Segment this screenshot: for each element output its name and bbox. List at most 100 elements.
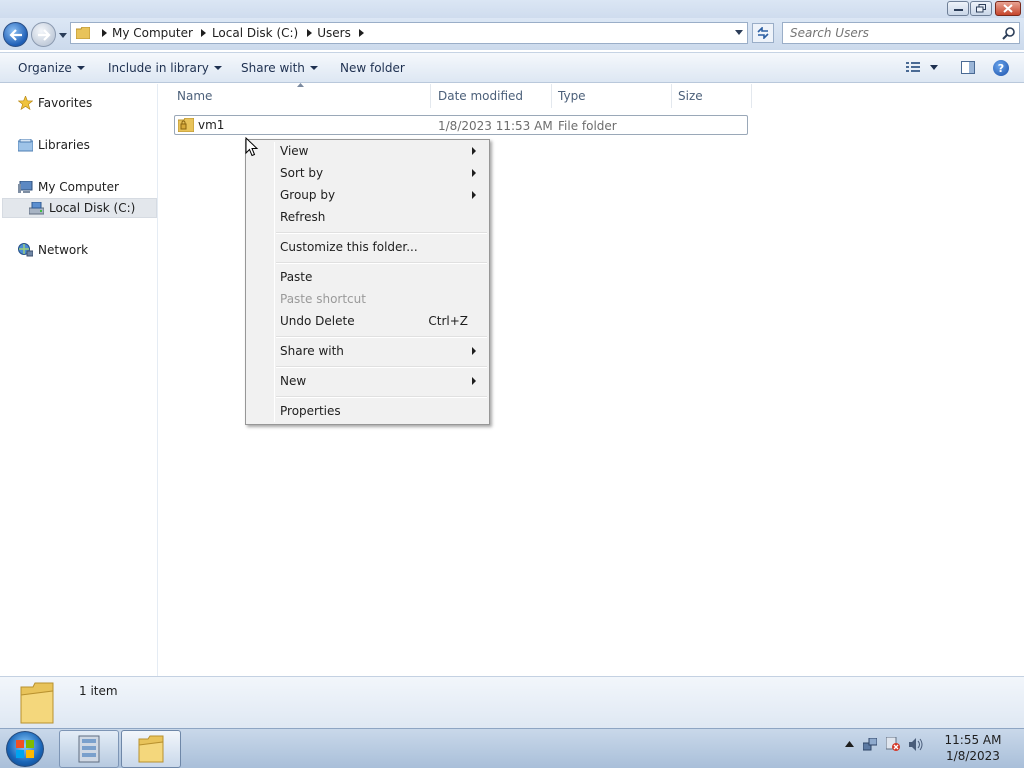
- new-folder-button[interactable]: New folder: [340, 53, 405, 83]
- context-menu: View Sort by Group by Refresh Customize …: [245, 139, 490, 425]
- show-hidden-icons-chevron-icon[interactable]: [845, 741, 854, 747]
- volume-icon[interactable]: [909, 737, 923, 751]
- breadcrumb-my-computer[interactable]: My Computer: [110, 26, 198, 40]
- sidebar-item-network[interactable]: Network: [17, 240, 88, 260]
- breadcrumb-separator-icon[interactable]: [98, 29, 110, 37]
- column-header-size[interactable]: Size: [672, 84, 752, 108]
- column-header-type[interactable]: Type: [552, 84, 672, 108]
- breadcrumb-separator-icon[interactable]: [303, 29, 315, 37]
- submenu-arrow-icon: [472, 347, 476, 355]
- menu-item-label: Undo Delete: [280, 314, 355, 328]
- menu-item-new[interactable]: New: [248, 370, 487, 392]
- title-bar: [0, 0, 1024, 18]
- menu-item-label: View: [280, 144, 309, 158]
- close-button[interactable]: [995, 1, 1021, 16]
- help-icon[interactable]: ?: [993, 60, 1009, 76]
- drive-icon: [28, 200, 44, 216]
- sidebar-item-local-disk[interactable]: Local Disk (C:): [2, 198, 157, 218]
- computer-icon: [17, 179, 33, 195]
- breadcrumb-separator-icon[interactable]: [356, 29, 368, 37]
- address-history-dropdown-icon[interactable]: [735, 30, 743, 35]
- menu-separator: [276, 232, 487, 234]
- menu-item-properties[interactable]: Properties: [248, 400, 487, 422]
- menu-item-label: Paste: [280, 270, 313, 284]
- menu-item-paste-shortcut: Paste shortcut: [248, 288, 487, 310]
- submenu-arrow-icon: [472, 191, 476, 199]
- column-header-name[interactable]: Name: [171, 84, 431, 108]
- column-header-label: Size: [678, 89, 703, 103]
- menu-item-paste[interactable]: Paste: [248, 266, 487, 288]
- item-count: 1 item: [79, 684, 118, 698]
- minimize-button[interactable]: [947, 1, 969, 16]
- share-with-button[interactable]: Share with: [241, 53, 318, 83]
- server-manager-icon: [78, 735, 100, 763]
- column-header-date-modified[interactable]: Date modified: [432, 84, 552, 108]
- forward-button[interactable]: [31, 22, 56, 47]
- search-box[interactable]: [782, 22, 1020, 44]
- chevron-down-icon: [213, 66, 222, 70]
- mouse-cursor-icon: [245, 137, 259, 157]
- menu-item-undo-delete[interactable]: Undo Delete Ctrl+Z: [248, 310, 487, 332]
- menu-item-customize-folder[interactable]: Customize this folder...: [248, 236, 487, 258]
- file-type: File folder: [558, 119, 617, 133]
- chevron-down-icon: [309, 66, 318, 70]
- organize-menu-button[interactable]: Organize: [18, 53, 85, 83]
- details-pane: 1 item: [0, 676, 1024, 728]
- sidebar-item-label: Libraries: [38, 138, 90, 152]
- sidebar-item-favorites[interactable]: Favorites: [17, 93, 92, 113]
- folder-icon: [138, 735, 164, 763]
- folder-icon: [20, 682, 54, 724]
- preview-pane-icon[interactable]: [961, 61, 975, 74]
- menu-item-label: Refresh: [280, 210, 326, 224]
- file-row[interactable]: vm1 1/8/2023 11:53 AM File folder: [174, 115, 748, 135]
- submenu-arrow-icon: [472, 147, 476, 155]
- sidebar-item-libraries[interactable]: Libraries: [17, 135, 90, 155]
- menu-item-view[interactable]: View: [248, 140, 487, 162]
- search-icon[interactable]: [1002, 27, 1015, 40]
- maximize-button[interactable]: [970, 1, 992, 16]
- recent-pages-dropdown[interactable]: [58, 30, 68, 40]
- sidebar-item-label: Local Disk (C:): [49, 201, 136, 215]
- include-in-library-label: Include in library: [108, 61, 209, 75]
- back-arrow-icon: [8, 28, 22, 41]
- taskbar-windows-explorer[interactable]: [121, 730, 181, 768]
- action-center-warning-icon[interactable]: [886, 737, 900, 751]
- sidebar-item-label: Favorites: [38, 96, 93, 110]
- system-clock[interactable]: 11:55 AM 1/8/2023: [940, 732, 1006, 764]
- refresh-button[interactable]: [752, 23, 774, 43]
- network-icon: [17, 242, 33, 258]
- column-header-label: Date modified: [438, 89, 524, 103]
- star-icon: [17, 95, 33, 111]
- breadcrumb-users[interactable]: Users: [315, 26, 356, 40]
- sort-ascending-icon: [297, 83, 304, 87]
- new-folder-label: New folder: [340, 61, 405, 75]
- address-bar[interactable]: My Computer Local Disk (C:) Users: [70, 22, 748, 44]
- breadcrumb-separator-icon[interactable]: [198, 29, 210, 37]
- command-bar: Organize Include in library Share with N…: [0, 52, 1024, 83]
- search-input[interactable]: [783, 26, 993, 40]
- include-in-library-button[interactable]: Include in library: [108, 53, 222, 83]
- sidebar-item-my-computer[interactable]: My Computer: [17, 177, 119, 197]
- menu-item-share-with[interactable]: Share with: [248, 340, 487, 362]
- chevron-down-icon: [59, 32, 67, 38]
- menu-item-label: Paste shortcut: [280, 292, 366, 306]
- change-view-button[interactable]: [906, 61, 938, 73]
- column-header-label: Name: [177, 89, 213, 103]
- menu-separator: [276, 366, 487, 368]
- library-icon: [17, 137, 33, 153]
- sidebar-item-label: Network: [38, 243, 89, 257]
- menu-item-sort-by[interactable]: Sort by: [248, 162, 487, 184]
- sidebar-item-label: My Computer: [38, 180, 119, 194]
- network-status-icon[interactable]: [863, 737, 877, 751]
- menu-item-refresh[interactable]: Refresh: [248, 206, 487, 228]
- breadcrumb-local-disk[interactable]: Local Disk (C:): [210, 26, 303, 40]
- file-name: vm1: [198, 118, 225, 132]
- menu-separator: [276, 396, 487, 398]
- taskbar-server-manager[interactable]: [59, 730, 119, 768]
- menu-item-label: Share with: [280, 344, 344, 358]
- back-button[interactable]: [3, 22, 28, 47]
- menu-separator: [276, 262, 487, 264]
- chevron-down-icon: [930, 64, 938, 70]
- menu-item-group-by[interactable]: Group by: [248, 184, 487, 206]
- start-button[interactable]: [6, 731, 44, 767]
